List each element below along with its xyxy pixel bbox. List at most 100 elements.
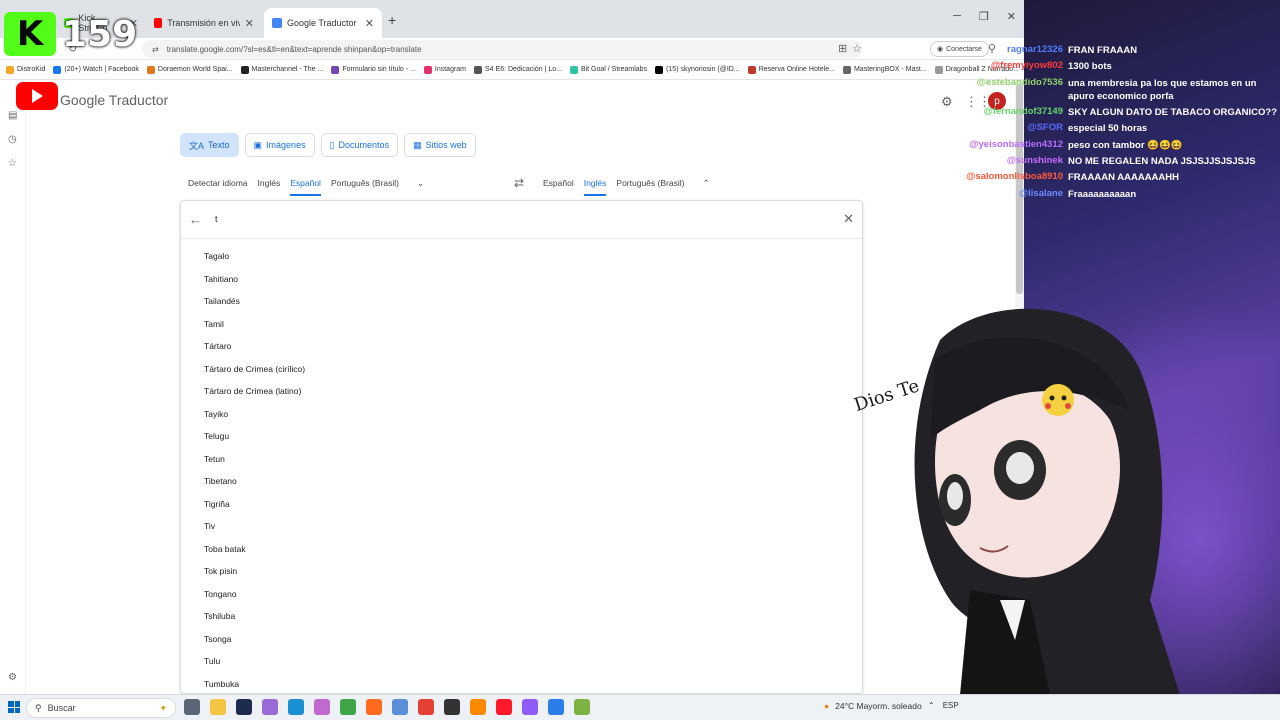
youtube-favicon-icon <box>154 18 163 28</box>
target-lang-option[interactable]: Español <box>543 178 574 188</box>
language-option[interactable]: Tailandés <box>204 290 305 313</box>
tab-websites[interactable]: ▦ Sitios web <box>404 133 476 157</box>
bookmark-item[interactable]: (15) skynoriosin (@ID... <box>655 65 740 74</box>
task-view-icon[interactable] <box>184 699 200 715</box>
mode-label: Texto <box>208 140 230 150</box>
app-arrows-icon[interactable] <box>314 699 330 715</box>
bookmark-star-icon[interactable]: ☆ <box>852 42 862 55</box>
bookmark-item[interactable]: Bit Goal / Streamlabs <box>569 65 647 74</box>
app-orange-icon[interactable] <box>470 699 486 715</box>
close-window-button[interactable]: ✕ <box>1007 10 1016 23</box>
chevron-up-icon[interactable]: ⌃ <box>702 178 709 189</box>
app-vscode-icon[interactable] <box>392 699 408 715</box>
chevron-down-icon[interactable]: ⌄ <box>417 178 424 189</box>
language-option[interactable]: Tártaro de Crimea (cirílico) <box>204 358 305 381</box>
settings-gear-icon[interactable]: ⚙ <box>941 94 953 110</box>
chat-username: @estebandido7536 <box>976 76 1063 88</box>
language-option[interactable]: Tahitiano <box>204 268 305 291</box>
language-option[interactable]: Tamil <box>204 313 305 336</box>
bookmark-item[interactable]: Instagram <box>423 65 467 74</box>
chat-text: Fraaaaaaaaaan <box>1068 188 1137 200</box>
opera-icon[interactable] <box>496 699 512 715</box>
source-lang-option[interactable]: Português (Brasil) <box>331 178 399 188</box>
taskbar-search[interactable]: ⚲ Buscar ✦ <box>26 698 176 718</box>
url-field[interactable]: ⇄ translate.google.com/?sl=es&tl=en&text… <box>142 40 862 58</box>
target-lang-option-selected[interactable]: Inglés <box>583 178 607 196</box>
app-pen-icon[interactable] <box>574 699 590 715</box>
bookmark-item[interactable]: DistroKid <box>6 65 45 74</box>
input-language[interactable]: ESP <box>943 701 959 710</box>
bookmark-item[interactable]: Reserva Online Hotele... <box>747 65 835 74</box>
language-option[interactable]: Tártaro de Crimea (latino) <box>204 380 305 403</box>
minimize-button[interactable]: ─ <box>953 10 961 23</box>
target-lang-option[interactable]: Português (Brasil) <box>616 178 684 188</box>
collections-icon[interactable]: ▤ <box>8 110 17 121</box>
windows-start-icon[interactable] <box>8 701 20 713</box>
edge-icon[interactable] <box>288 699 304 715</box>
favorites-icon[interactable]: ☆ <box>8 158 17 169</box>
tab-documents[interactable]: ▯ Documentos <box>320 133 399 157</box>
chat-text: NO ME REGALEN NADA JSJSJJSJSJSJS <box>1068 156 1256 168</box>
weather-widget[interactable]: ● 24°C Mayorm. soleado <box>824 701 922 711</box>
bookmark-item[interactable]: (20+) Watch | Facebook <box>53 65 139 74</box>
app-purple-icon[interactable] <box>262 699 278 715</box>
bookmark-item[interactable]: Formulario sin título - ... <box>331 65 416 74</box>
language-option[interactable]: Tártaro <box>204 335 305 358</box>
app-ring-icon[interactable] <box>522 699 538 715</box>
language-option[interactable]: Tibetano <box>204 470 305 493</box>
language-option[interactable]: Tongano <box>204 583 305 606</box>
back-arrow-icon[interactable]: ← <box>189 212 202 227</box>
tab-images[interactable]: ▣ Imágenes <box>244 133 315 157</box>
chrome-icon[interactable] <box>418 699 434 715</box>
source-lang-option[interactable]: Inglés <box>258 178 281 188</box>
language-option[interactable]: Tsonga <box>204 628 305 651</box>
close-icon[interactable]: ✕ <box>245 17 254 30</box>
app-v-icon[interactable] <box>236 699 252 715</box>
restore-button[interactable]: ❐ <box>979 10 989 23</box>
bookmark-item[interactable]: S4 E6: Dedicación | Lo... <box>474 65 562 74</box>
firefox-icon[interactable] <box>366 699 382 715</box>
language-option[interactable]: Tulu <box>204 650 305 673</box>
language-option[interactable]: Toba batak <box>204 538 305 561</box>
new-tab-button[interactable]: + <box>388 12 396 28</box>
chevron-up-icon[interactable]: ⌃ <box>928 701 935 710</box>
language-option[interactable]: Telugu <box>204 425 305 448</box>
bookmark-item[interactable]: Masterchannel - The ... <box>240 65 324 74</box>
tab-text[interactable]: 文A Texto <box>180 133 239 157</box>
obs-icon[interactable] <box>444 699 460 715</box>
language-option[interactable]: Tigriña <box>204 493 305 516</box>
settings-icon[interactable]: ⚙ <box>8 672 17 683</box>
bookmark-item[interactable]: MasteringBOX - Mast... <box>842 65 927 74</box>
language-option[interactable]: Tumbuka <box>204 673 305 696</box>
tab-google-translate[interactable]: Google Traductor ✕ <box>264 8 382 38</box>
chat-message: @fremyiyow802 1300 bots <box>960 60 1280 73</box>
language-search-input[interactable]: t <box>215 214 218 224</box>
language-option[interactable]: Tetun <box>204 448 305 471</box>
bookmark-item[interactable]: Doraemon World Spai... <box>146 65 233 74</box>
site-info-icon[interactable]: ⇄ <box>152 45 159 54</box>
translate-page-icon[interactable]: ⊞ <box>838 42 847 55</box>
close-icon[interactable]: ✕ <box>365 17 374 30</box>
bookmark-label: Formulario sin título - ... <box>342 66 416 73</box>
source-lang-option-selected[interactable]: Español <box>290 178 321 196</box>
language-option[interactable]: Tiv <box>204 515 305 538</box>
tab-youtube[interactable]: Transmisión en vivo - YouTube ✕ <box>146 8 262 38</box>
app-green-icon[interactable] <box>340 699 356 715</box>
tab-title: Google Traductor <box>287 18 357 28</box>
language-option[interactable]: Tayiko <box>204 403 305 426</box>
chat-username: @SFOR <box>1027 122 1063 134</box>
google-translate-logo[interactable]: Google Traductor <box>60 92 168 108</box>
history-icon[interactable]: ◷ <box>8 134 17 145</box>
bookmark-label: Instagram <box>434 66 467 73</box>
language-option[interactable]: Tshiluba <box>204 605 305 628</box>
language-option[interactable]: Tok pisin <box>204 560 305 583</box>
swap-languages-icon[interactable]: ⇄ <box>514 176 524 190</box>
app-blue-icon[interactable] <box>548 699 564 715</box>
source-lang-option[interactable]: Detectar idioma <box>188 178 248 188</box>
language-option[interactable]: Tagalo <box>204 245 305 268</box>
bookmark-icon <box>934 65 943 74</box>
close-icon[interactable]: ✕ <box>843 211 854 227</box>
file-explorer-icon[interactable] <box>210 699 226 715</box>
bookmark-label: Masterchannel - The ... <box>251 66 324 73</box>
bookmark-icon <box>655 65 664 74</box>
